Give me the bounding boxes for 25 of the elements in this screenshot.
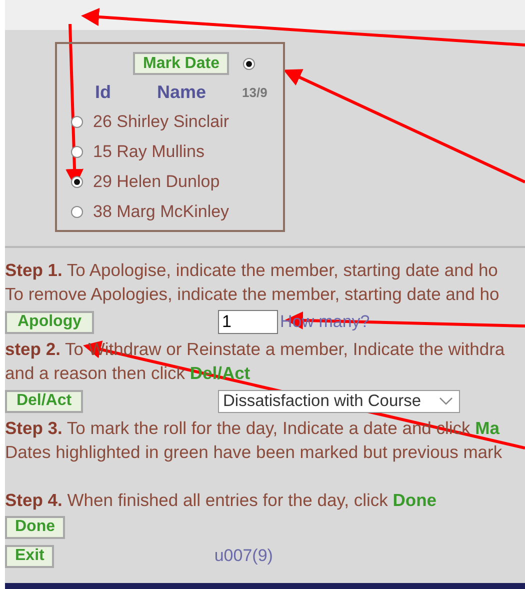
done-button[interactable]: Done [5, 516, 65, 538]
radio-button[interactable] [243, 58, 256, 70]
radio-button[interactable] [71, 176, 83, 188]
instruction-text: Dates highlighted in green have been marked but previous mark [5, 440, 504, 464]
apology-button[interactable]: Apology [5, 310, 94, 334]
del-act-button[interactable]: Del/Act [5, 390, 83, 412]
radio-button[interactable] [71, 206, 83, 218]
member-name: 38 Marg McKinley [93, 202, 230, 222]
instruction-text: Step 1. To Apologise, indicate the member, starting date and ho [5, 259, 499, 282]
chevron-icon [439, 397, 453, 405]
reason-dropdown[interactable]: Dissatisfaction with Course [218, 390, 460, 412]
number-field[interactable]: 1 [218, 310, 278, 334]
exit-button[interactable]: Exit [5, 544, 54, 568]
instruction-text: Step 4. When finished all entries for the day, click Done [5, 489, 438, 512]
radio-button[interactable] [71, 116, 83, 128]
instruction-text: To remove Apologies, indicate the member, starting date and ho [5, 282, 500, 306]
mark-date-button[interactable]: Mark Date [133, 52, 230, 75]
user-code: u007(9) [214, 546, 273, 566]
date-label: 13/9 [242, 84, 268, 100]
radio-button[interactable] [71, 146, 83, 158]
column-header: Id [95, 82, 112, 102]
member-name: 29 Helen Dunlop [93, 172, 220, 192]
member-name: 26 Shirley Sinclair [93, 112, 230, 132]
member-name: 15 Ray Mullins [93, 142, 204, 162]
column-header: Name [157, 82, 206, 102]
